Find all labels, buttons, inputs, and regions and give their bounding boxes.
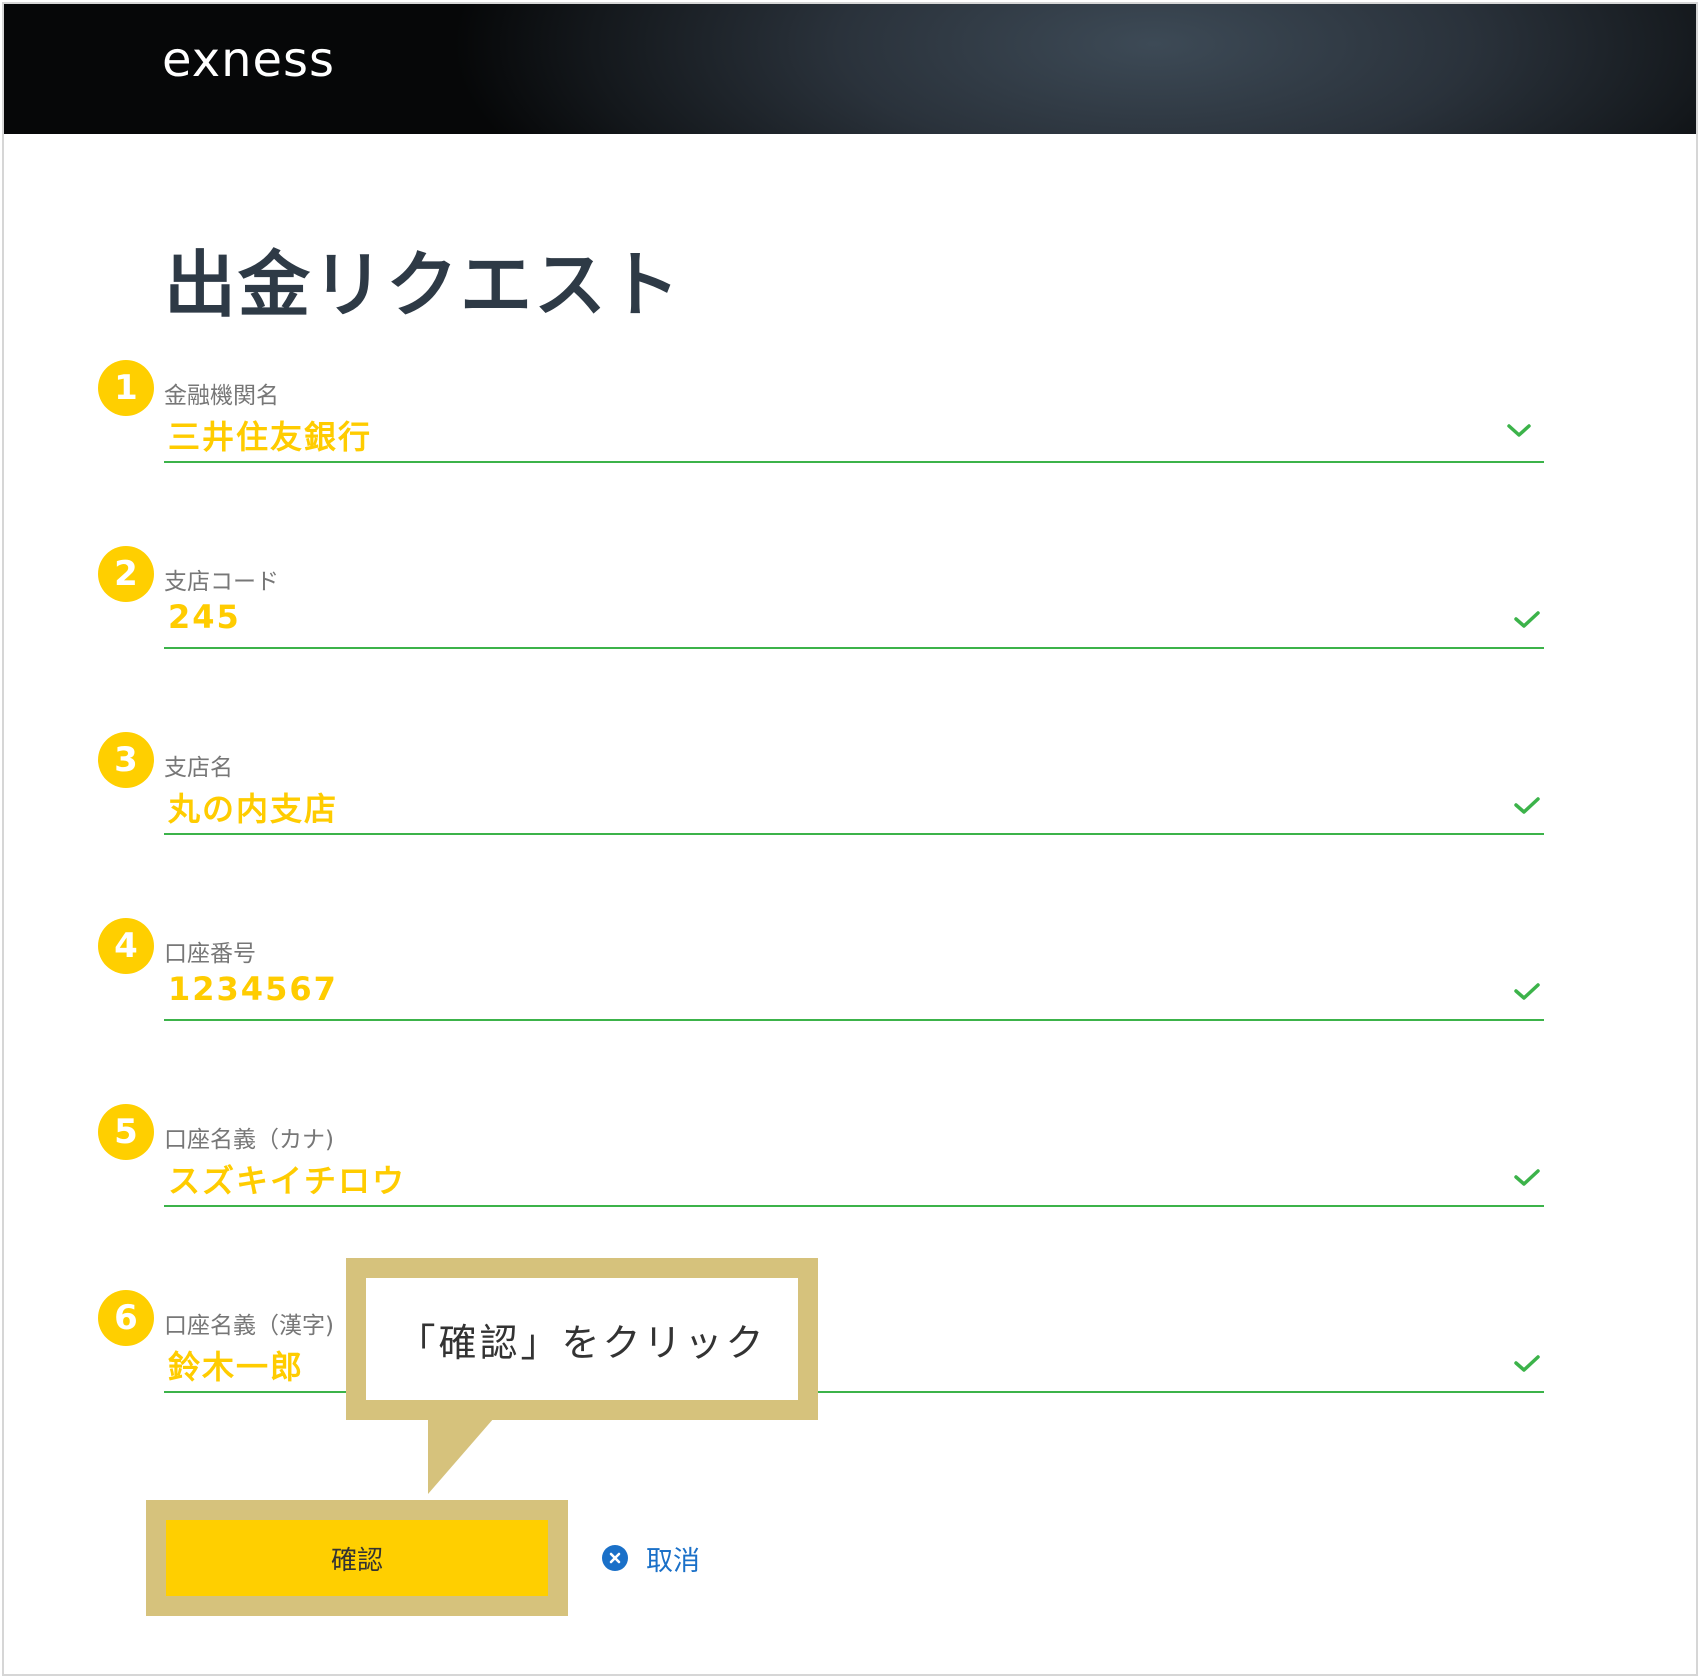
cancel-label[interactable]: 取消: [646, 1539, 700, 1578]
account-number-value[interactable]: 1234567: [168, 970, 338, 1008]
field-label: 口座番号: [164, 941, 256, 967]
account-holder-kana-value[interactable]: スズキイチロウ: [168, 1156, 406, 1202]
step-number-badge: 5: [98, 1104, 154, 1160]
account-holder-kanji-value[interactable]: 鈴木一郎: [168, 1342, 304, 1388]
field-underline: [164, 647, 1544, 649]
field-label: 口座名義（カナ): [164, 1127, 334, 1153]
callout-pointer: [428, 1418, 494, 1494]
field-underline: [164, 1205, 1544, 1207]
field-underline: [164, 1019, 1544, 1021]
field-label: 支店名: [164, 755, 233, 781]
callout-text: 「確認」をクリック: [366, 1278, 798, 1400]
callout-box: 「確認」をクリック: [346, 1258, 818, 1420]
branch-code-value[interactable]: 245: [168, 598, 241, 636]
cancel-link[interactable]: 取消: [602, 1539, 700, 1578]
page-title: 出金リクエスト: [164, 243, 683, 327]
field-underline: [164, 833, 1544, 835]
close-circle-icon[interactable]: [602, 1545, 628, 1571]
field-label: 金融機関名: [164, 383, 279, 409]
check-icon: [1514, 1355, 1540, 1372]
bank-name-value[interactable]: 三井住友銀行: [168, 412, 372, 458]
step-number-badge: 6: [98, 1290, 154, 1346]
field-label: 口座名義（漢字): [164, 1313, 334, 1339]
check-icon: [1514, 611, 1540, 628]
field-label: 支店コード: [164, 569, 279, 595]
account-holder-kanji-field[interactable]: 6 口座名義（漢字) 鈴木一郎: [98, 1290, 1550, 1410]
header-bar: exness: [4, 4, 1696, 134]
branch-name-value[interactable]: 丸の内支店: [168, 784, 338, 830]
step-number-badge: 4: [98, 918, 154, 974]
bank-name-field[interactable]: 1 金融機関名 三井住友銀行: [98, 360, 1550, 480]
field-underline: [164, 461, 1544, 463]
check-icon: [1514, 983, 1540, 1000]
account-number-field[interactable]: 4 口座番号 1234567: [98, 918, 1550, 1038]
branch-code-field[interactable]: 2 支店コード 245: [98, 546, 1550, 666]
step-number-badge: 1: [98, 360, 154, 416]
confirm-button[interactable]: 確認: [166, 1520, 548, 1596]
step-number-badge: 2: [98, 546, 154, 602]
check-icon: [1514, 1169, 1540, 1186]
exness-logo[interactable]: exness: [162, 32, 335, 88]
check-icon: [1514, 797, 1540, 814]
account-holder-kana-field[interactable]: 5 口座名義（カナ) スズキイチロウ: [98, 1104, 1550, 1224]
branch-name-field[interactable]: 3 支店名 丸の内支店: [98, 732, 1550, 852]
confirm-button-highlight: 確認: [146, 1500, 568, 1616]
page-frame: exness 出金リクエスト 1 金融機関名 三井住友銀行 2 支店コード 24…: [2, 2, 1698, 1676]
step-number-badge: 3: [98, 732, 154, 788]
chevron-down-icon[interactable]: [1504, 418, 1534, 442]
